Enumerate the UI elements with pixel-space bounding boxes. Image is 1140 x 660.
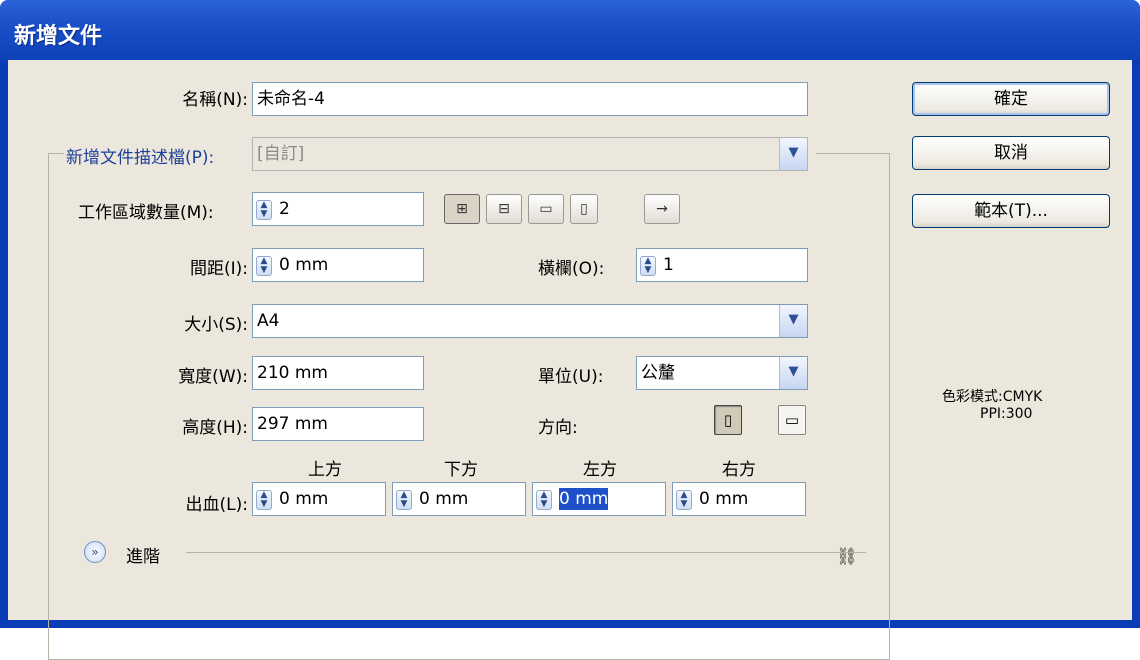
name-field[interactable]: 未命名-4 bbox=[252, 82, 808, 116]
dialog-body: 名稱(N): 未命名-4 新增文件描述檔(P): [自訂] ▼ 工作區域數量(M… bbox=[8, 60, 1132, 660]
profile-group bbox=[48, 153, 890, 660]
dialog-window: 新增文件 名稱(N): 未命名-4 新增文件描述檔(P): [自訂] ▼ 工作區… bbox=[0, 0, 1140, 660]
spinner-icon[interactable]: ▲ ▼ bbox=[640, 256, 656, 276]
spacing-field[interactable]: ▲ ▼ 0 mm bbox=[252, 248, 424, 282]
bleed-bottom-value: 0 mm bbox=[419, 489, 469, 509]
advanced-divider bbox=[186, 552, 866, 553]
width-field[interactable]: 210 mm bbox=[252, 356, 424, 390]
units-label: 單位(U): bbox=[538, 367, 604, 387]
size-value: A4 bbox=[257, 311, 280, 331]
height-label: 高度(H): bbox=[182, 418, 248, 438]
bleed-bottom-label: 下方 bbox=[444, 460, 478, 480]
grid-by-row-icon[interactable]: ⊞ bbox=[444, 194, 480, 224]
templates-button[interactable]: 範本(T)... bbox=[912, 194, 1110, 228]
spinner-icon[interactable]: ▲ ▼ bbox=[256, 256, 272, 276]
size-dropdown[interactable]: A4 ▼ bbox=[252, 304, 808, 338]
artboard-count-value: 2 bbox=[279, 199, 290, 219]
color-mode-info: 色彩模式:CMYK bbox=[942, 389, 1043, 405]
arrange-by-column-icon[interactable]: ▯ bbox=[570, 194, 598, 224]
units-dropdown[interactable]: 公釐 ▼ bbox=[636, 356, 808, 390]
bleed-right-label: 右方 bbox=[722, 460, 756, 480]
spinner-icon[interactable]: ▲ ▼ bbox=[396, 490, 412, 510]
expand-chevron-icon[interactable]: » bbox=[84, 541, 106, 563]
spacing-value: 0 mm bbox=[279, 255, 329, 275]
chevron-down-icon[interactable]: ▼ bbox=[779, 305, 807, 337]
chevron-down-icon[interactable]: ▼ bbox=[779, 357, 807, 389]
units-value: 公釐 bbox=[641, 363, 675, 383]
columns-value: 1 bbox=[663, 255, 674, 275]
dialog-title: 新增文件 bbox=[14, 24, 103, 49]
grid-by-column-icon[interactable]: ⊟ bbox=[486, 194, 522, 224]
ppi-info: PPI:300 bbox=[980, 406, 1033, 422]
columns-label: 橫欄(O): bbox=[538, 259, 605, 279]
profile-value: [自訂] bbox=[257, 144, 305, 164]
artboard-count-label: 工作區域數量(M): bbox=[78, 203, 214, 223]
spinner-icon[interactable]: ▲ ▼ bbox=[676, 490, 692, 510]
bleed-label: 出血(L): bbox=[185, 495, 248, 515]
columns-field[interactable]: ▲ ▼ 1 bbox=[636, 248, 808, 282]
arrange-by-row-icon[interactable]: ▭ bbox=[528, 194, 564, 224]
ok-button[interactable]: 確定 bbox=[912, 82, 1110, 116]
portrait-icon[interactable]: ▯ bbox=[714, 405, 742, 435]
width-label: 寬度(W): bbox=[178, 367, 248, 387]
spinner-icon[interactable]: ▲ ▼ bbox=[256, 490, 272, 510]
bleed-top-value: 0 mm bbox=[279, 489, 329, 509]
bleed-bottom-field[interactable]: ▲ ▼ 0 mm bbox=[392, 482, 526, 516]
bleed-top-label: 上方 bbox=[308, 460, 342, 480]
bleed-left-label: 左方 bbox=[583, 460, 617, 480]
spacing-label: 間距(I): bbox=[189, 259, 248, 279]
right-to-left-icon[interactable]: → bbox=[644, 194, 680, 224]
orientation-label: 方向: bbox=[538, 418, 578, 438]
spinner-icon[interactable]: ▲ ▼ bbox=[536, 490, 552, 510]
bleed-right-field[interactable]: ▲ ▼ 0 mm bbox=[672, 482, 806, 516]
spinner-icon[interactable]: ▲ ▼ bbox=[256, 200, 272, 220]
name-label: 名稱(N): bbox=[182, 90, 248, 110]
link-chain-icon[interactable]: ⛓ bbox=[836, 547, 858, 571]
profile-label: 新增文件描述檔(P): bbox=[66, 148, 215, 168]
profile-dropdown[interactable]: [自訂] ▼ bbox=[252, 137, 808, 171]
bleed-top-field[interactable]: ▲ ▼ 0 mm bbox=[252, 482, 386, 516]
chevron-down-icon[interactable]: ▼ bbox=[779, 138, 807, 170]
height-field[interactable]: 297 mm bbox=[252, 407, 424, 441]
size-label: 大小(S): bbox=[184, 315, 248, 335]
bleed-right-value: 0 mm bbox=[699, 489, 749, 509]
bleed-left-field[interactable]: ▲ ▼ 0 mm bbox=[532, 482, 666, 516]
artboard-count-field[interactable]: ▲ ▼ 2 bbox=[252, 192, 424, 226]
title-bar[interactable]: 新增文件 bbox=[0, 0, 1140, 60]
bleed-left-value: 0 mm bbox=[559, 488, 609, 510]
cancel-button[interactable]: 取消 bbox=[912, 136, 1110, 170]
landscape-icon[interactable]: ▭ bbox=[778, 405, 806, 435]
advanced-label[interactable]: 進階 bbox=[126, 542, 160, 567]
